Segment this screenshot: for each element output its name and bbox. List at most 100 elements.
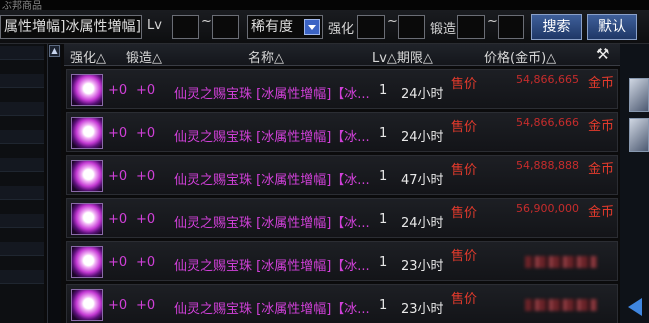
row-forge: +0: [136, 212, 156, 227]
table-row[interactable]: +0 +0 仙灵之赐宝珠 [冰属性增幅]【冰... 1 47小时 售价 54,8…: [66, 155, 618, 195]
auction-table: 强化△ 锻造△ 名称△ Lv△期限△ 价格(金币)△ ⚒ +0 +0 仙灵之赐宝…: [64, 44, 620, 323]
row-price-label: 售价: [451, 120, 478, 135]
search-bar: 属性増幅]冰属性増幅] Lv ~ 稀有度 强化 ~ 锻造 ~ 搜索 默认: [0, 10, 649, 44]
lv-min-input[interactable]: [172, 15, 199, 39]
character-avatar-icon[interactable]: [629, 78, 649, 112]
row-lv: 1: [379, 212, 388, 227]
search-button[interactable]: 搜索: [531, 14, 582, 40]
table-row[interactable]: +0 +0 仙灵之赐宝珠 [冰属性增幅]【冰... 1 24小时 售价 56,9…: [66, 198, 618, 238]
row-price-label: 售价: [451, 206, 478, 221]
row-currency: 金币: [588, 119, 615, 134]
row-price-label: 售价: [451, 163, 478, 178]
category-item[interactable]: [0, 74, 44, 88]
row-name: 仙灵之赐宝珠 [冰属性增幅]【冰...: [174, 302, 370, 317]
row-period: 24小时: [401, 130, 444, 145]
item-orb-icon: [71, 74, 103, 106]
header-forge[interactable]: 锻造△: [126, 47, 162, 66]
rarity-value: 稀有度: [251, 19, 293, 35]
table-row[interactable]: +0 +0 仙灵之赐宝珠 [冰属性增幅]【冰... 1 24小时 售价 54,8…: [66, 69, 618, 109]
row-lv: 1: [379, 255, 388, 270]
category-item[interactable]: [0, 270, 44, 284]
row-price-label: 售价: [451, 292, 478, 307]
row-period: 24小时: [401, 216, 444, 231]
row-enhance: +0: [108, 169, 128, 184]
item-orb-icon: [71, 117, 103, 149]
character-avatar-icon[interactable]: [629, 118, 649, 152]
table-row[interactable]: +0 +0 仙灵之赐宝珠 [冰属性增幅]【冰... 1 24小时 售价 54,8…: [66, 112, 618, 152]
header-lv-period[interactable]: Lv△期限△: [372, 47, 433, 66]
forge-min-input[interactable]: [457, 15, 485, 39]
row-period: 23小时: [401, 302, 444, 317]
table-row[interactable]: +0 +0 仙灵之赐宝珠 [冰属性增幅]【冰... 1 23小时 售价: [66, 284, 618, 323]
table-header: 强化△ 锻造△ 名称△ Lv△期限△ 价格(金币)△ ⚒: [64, 44, 620, 66]
category-item[interactable]: [0, 186, 44, 200]
row-name: 仙灵之赐宝珠 [冰属性增幅]【冰...: [174, 87, 370, 102]
row-enhance: +0: [108, 298, 128, 313]
row-price-label: 售价: [451, 249, 478, 264]
row-enhance: +0: [108, 255, 128, 270]
row-price: 54,888,888: [516, 159, 579, 172]
item-orb-icon: [71, 160, 103, 192]
row-forge: +0: [136, 126, 156, 141]
forge-separator: ~: [487, 14, 498, 29]
row-period: 23小时: [401, 259, 444, 274]
category-item[interactable]: [0, 214, 44, 228]
category-item[interactable]: [0, 46, 44, 60]
row-enhance: +0: [108, 126, 128, 141]
row-price-label: 售价: [451, 77, 478, 92]
row-currency: 金币: [588, 76, 615, 91]
table-row[interactable]: +0 +0 仙灵之赐宝珠 [冰属性增幅]【冰... 1 23小时 售价: [66, 241, 618, 281]
row-forge: +0: [136, 298, 156, 313]
row-forge: +0: [136, 169, 156, 184]
scroll-up-icon[interactable]: ▲: [49, 45, 60, 57]
keyword-input[interactable]: 属性増幅]冰属性増幅]: [0, 15, 142, 39]
header-enhance[interactable]: 强化△: [70, 47, 106, 66]
item-orb-icon: [71, 203, 103, 235]
arrow-left-icon[interactable]: [628, 298, 642, 316]
forge-max-input[interactable]: [498, 15, 524, 39]
row-enhance: +0: [108, 212, 128, 227]
lv-label: Lv: [147, 18, 162, 33]
hammer-icon: ⚒: [596, 45, 610, 63]
row-period: 47小时: [401, 173, 444, 188]
row-price: 54,866,665: [516, 73, 579, 86]
header-name[interactable]: 名称△: [248, 47, 284, 66]
lv-max-input[interactable]: [212, 15, 239, 39]
category-item[interactable]: [0, 130, 44, 144]
row-name: 仙灵之赐宝珠 [冰属性增幅]【冰...: [174, 130, 370, 145]
row-forge: +0: [136, 255, 156, 270]
row-forge: +0: [136, 83, 156, 98]
category-item[interactable]: [0, 158, 44, 172]
category-item[interactable]: [0, 102, 44, 116]
price-redacted: [525, 256, 597, 268]
row-price: 54,866,666: [516, 116, 579, 129]
chevron-down-icon[interactable]: [304, 19, 320, 35]
row-lv: 1: [379, 298, 388, 313]
top-strip: ぶ邦商品: [0, 0, 649, 12]
item-orb-icon: [71, 246, 103, 278]
rarity-select[interactable]: 稀有度: [247, 15, 323, 39]
enhance-min-input[interactable]: [357, 15, 385, 39]
enhance-label: 强化: [328, 22, 355, 37]
category-item[interactable]: [0, 242, 44, 256]
category-panel: [0, 44, 44, 323]
row-lv: 1: [379, 169, 388, 184]
row-lv: 1: [379, 83, 388, 98]
row-name: 仙灵之赐宝珠 [冰属性增幅]【冰...: [174, 216, 370, 231]
price-redacted: [525, 299, 597, 311]
row-name: 仙灵之赐宝珠 [冰属性增幅]【冰...: [174, 259, 370, 274]
row-price: 56,900,000: [516, 202, 579, 215]
row-lv: 1: [379, 126, 388, 141]
enhance-separator: ~: [387, 14, 398, 29]
lv-separator: ~: [201, 14, 212, 29]
header-price[interactable]: 价格(金币)△: [484, 47, 556, 66]
row-currency: 金币: [588, 162, 615, 177]
row-period: 24小时: [401, 87, 444, 102]
enhance-max-input[interactable]: [398, 15, 425, 39]
default-button[interactable]: 默认: [587, 14, 637, 40]
row-currency: 金币: [588, 205, 615, 220]
row-name: 仙灵之赐宝珠 [冰属性增幅]【冰...: [174, 173, 370, 188]
item-orb-icon: [71, 289, 103, 321]
row-enhance: +0: [108, 83, 128, 98]
scrollbar[interactable]: ▲: [47, 44, 61, 323]
